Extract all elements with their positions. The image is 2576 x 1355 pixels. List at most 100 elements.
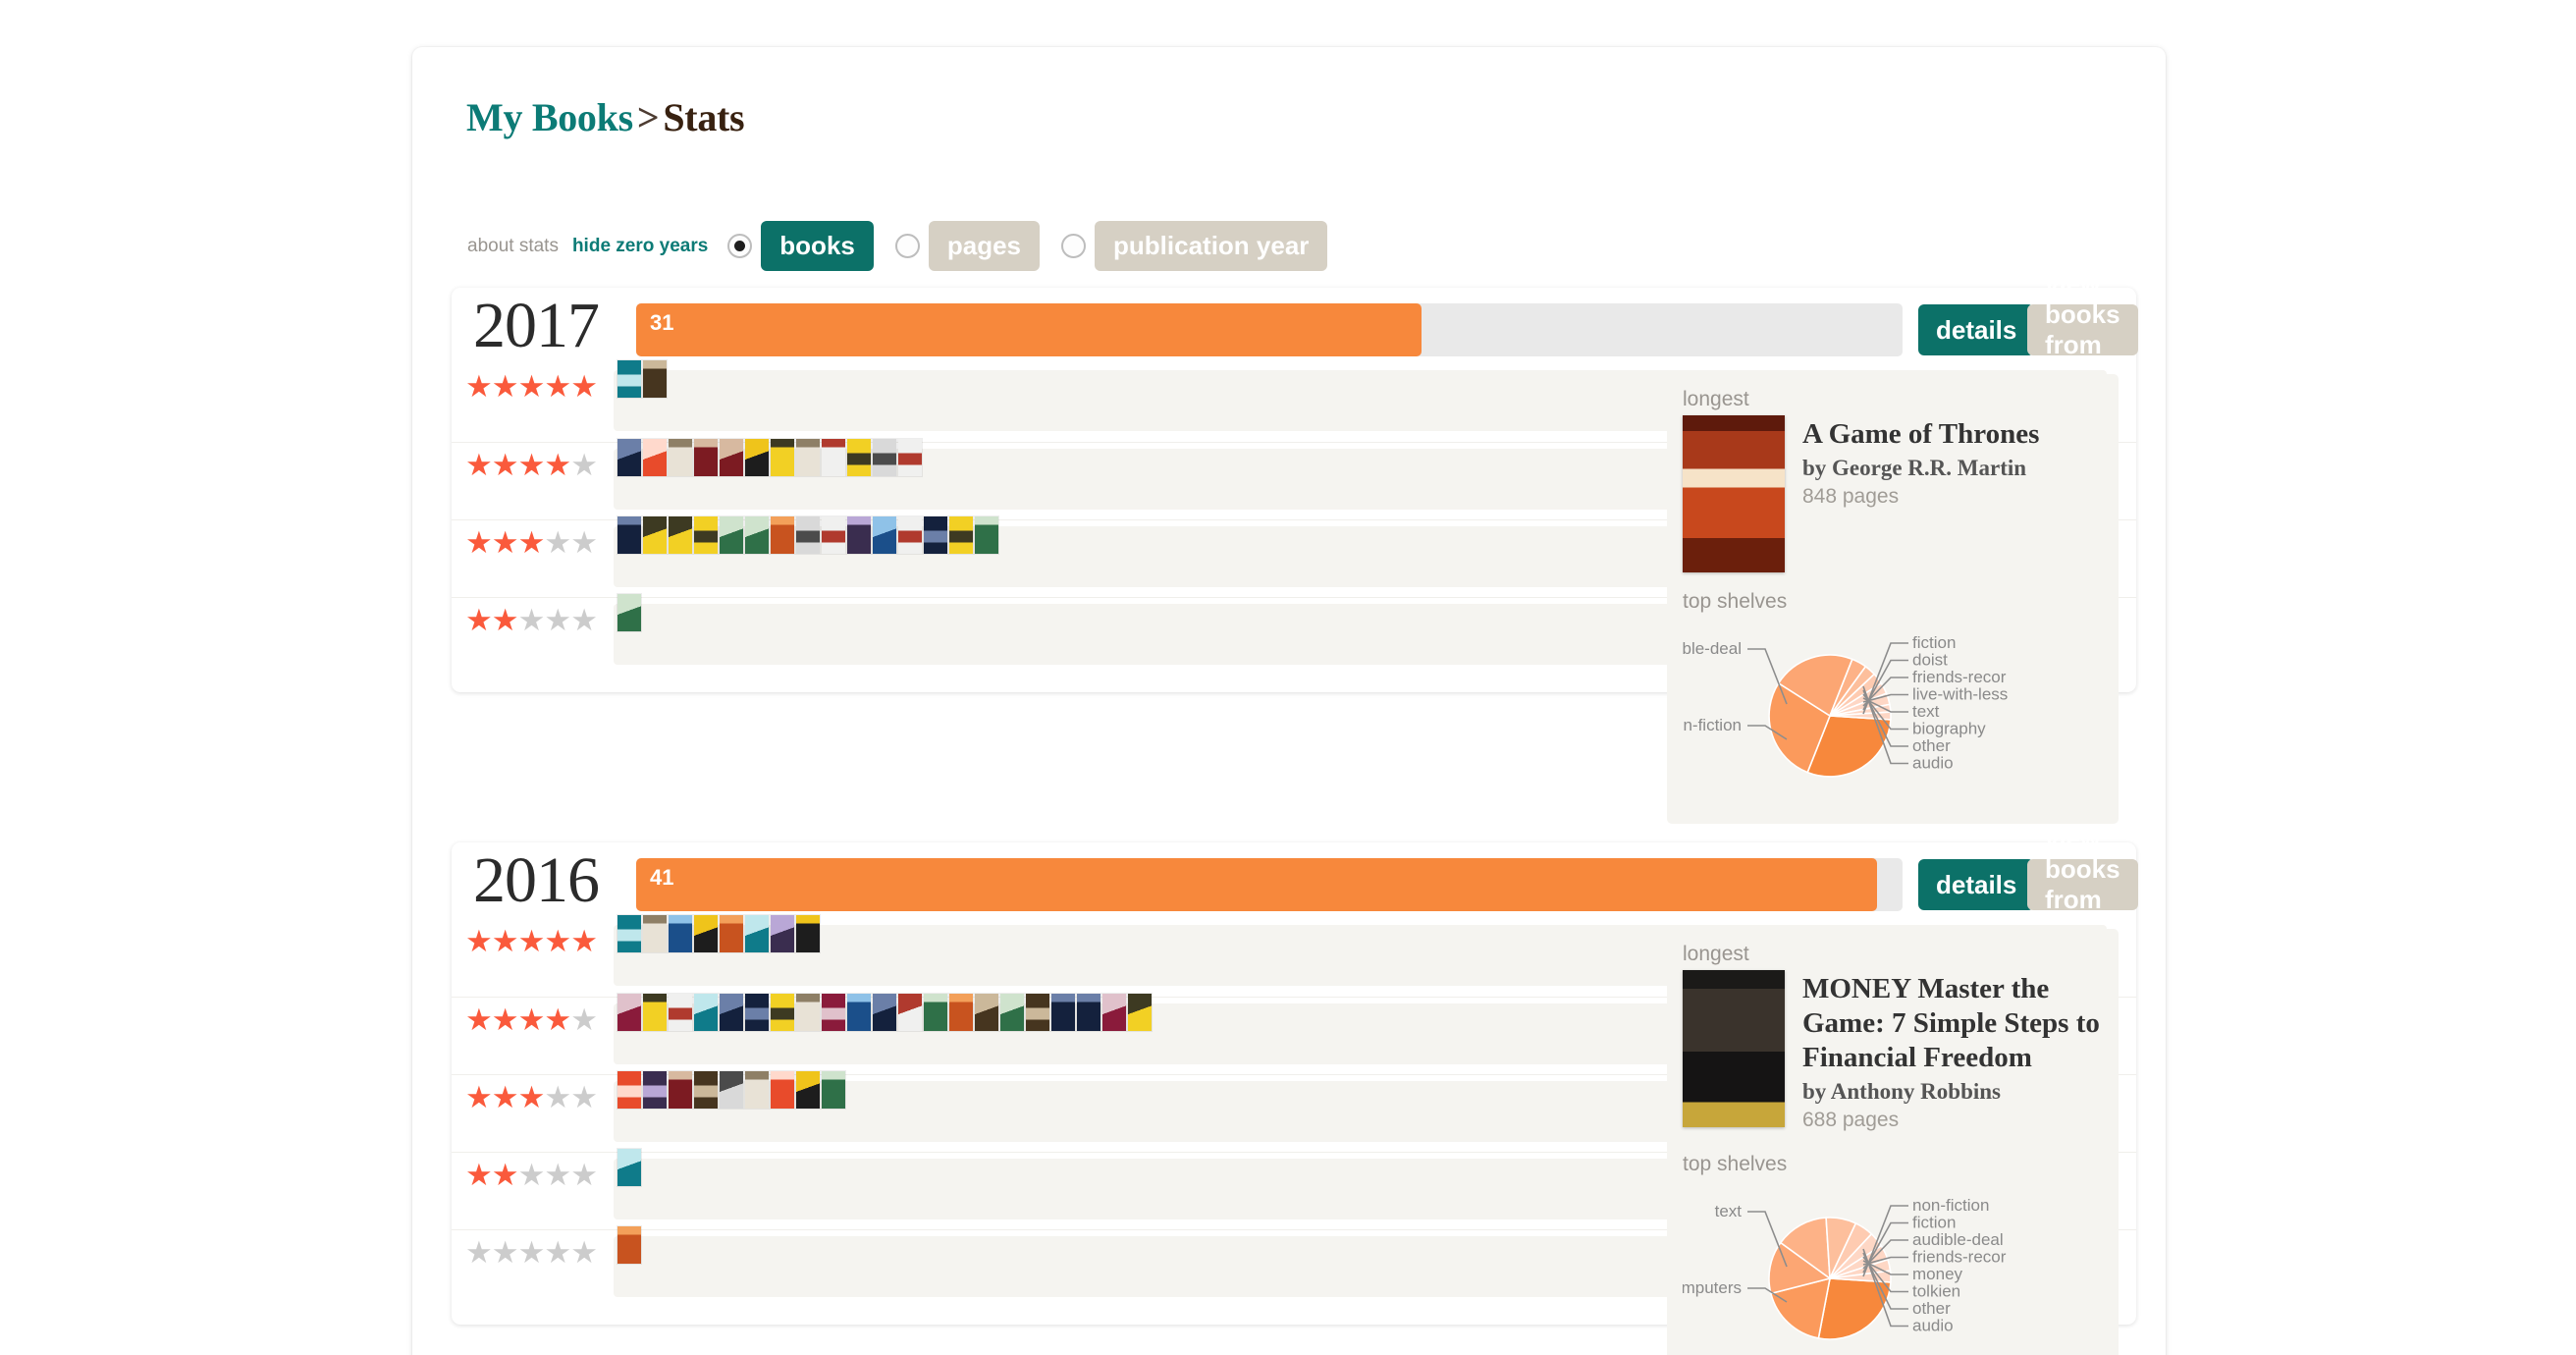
book-cover-thumb[interactable]: [669, 516, 692, 554]
star-rating[interactable]: ★★★★★: [465, 449, 613, 482]
book-cover-thumb[interactable]: [643, 439, 667, 476]
book-cover-thumb[interactable]: [924, 994, 947, 1031]
details-button[interactable]: details: [1918, 859, 2035, 910]
book-cover-thumb[interactable]: [771, 516, 794, 554]
book-cover-thumb[interactable]: [898, 516, 922, 554]
book-cover-thumb[interactable]: [796, 915, 820, 952]
book-cover-thumb[interactable]: [669, 439, 692, 476]
book-cover-thumb[interactable]: [720, 516, 743, 554]
book-cover-thumb[interactable]: [796, 994, 820, 1031]
book-cover-thumb[interactable]: [745, 1071, 769, 1109]
book-cover-thumb[interactable]: [822, 1071, 845, 1109]
radio-books[interactable]: [727, 234, 753, 258]
book-cover-thumb[interactable]: [771, 994, 794, 1031]
book-cover-thumb[interactable]: [771, 439, 794, 476]
book-cover-thumb[interactable]: [898, 994, 922, 1031]
longest-book-cover[interactable]: [1683, 970, 1785, 1127]
star-rating[interactable]: ★★★★★: [465, 604, 613, 637]
book-cover-thumb[interactable]: [617, 360, 641, 398]
book-cover-thumb[interactable]: [847, 516, 871, 554]
book-cover-thumb[interactable]: [643, 915, 667, 952]
book-cover-thumb[interactable]: [949, 994, 973, 1031]
book-cover-thumb[interactable]: [617, 516, 641, 554]
book-cover-thumb[interactable]: [617, 1071, 641, 1109]
book-cover-thumb[interactable]: [771, 1071, 794, 1109]
book-cover-thumb[interactable]: [745, 516, 769, 554]
book-cover-thumb[interactable]: [822, 994, 845, 1031]
book-cover-thumb[interactable]: [617, 994, 641, 1031]
book-cover-thumb[interactable]: [822, 516, 845, 554]
book-cover-thumb[interactable]: [617, 1226, 641, 1264]
book-cover-thumb[interactable]: [822, 439, 845, 476]
book-cover-thumb[interactable]: [745, 439, 769, 476]
book-cover-thumb[interactable]: [617, 439, 641, 476]
breadcrumb-my-books-link[interactable]: My Books: [466, 95, 633, 139]
book-cover-thumb[interactable]: [975, 516, 998, 554]
book-cover-thumb[interactable]: [1051, 994, 1075, 1031]
book-cover-thumb[interactable]: [617, 1149, 641, 1186]
star-rating[interactable]: ★★★★★: [465, 1081, 613, 1114]
details-button[interactable]: details: [1918, 304, 2035, 355]
book-cover-thumb[interactable]: [694, 994, 718, 1031]
book-cover-thumb[interactable]: [694, 915, 718, 952]
radio-publication-year[interactable]: [1061, 234, 1087, 258]
book-cover-thumb[interactable]: [669, 915, 692, 952]
book-cover-thumb[interactable]: [643, 360, 667, 398]
book-cover-thumb[interactable]: [847, 439, 871, 476]
star-rating[interactable]: ★★★★★: [465, 370, 613, 404]
book-cover-thumb[interactable]: [694, 439, 718, 476]
longest-book-author[interactable]: by George R.R. Martin: [1802, 455, 2039, 482]
book-cover-thumb[interactable]: [873, 439, 896, 476]
longest-book-author[interactable]: by Anthony Robbins: [1802, 1078, 2103, 1106]
radio-pages[interactable]: [894, 234, 920, 258]
book-cover-thumb[interactable]: [771, 915, 794, 952]
hide-zero-years-link[interactable]: hide zero years: [572, 236, 708, 257]
book-cover-thumb[interactable]: [720, 994, 743, 1031]
star-rating[interactable]: ★★★★★: [465, 925, 613, 958]
book-cover-thumb[interactable]: [1128, 994, 1152, 1031]
view-books-button[interactable]: view books from 2016: [2027, 824, 2138, 945]
book-cover-thumb[interactable]: [720, 439, 743, 476]
metric-option-books[interactable]: books: [761, 221, 874, 271]
book-cover-thumb[interactable]: [975, 994, 998, 1031]
book-cover-thumb[interactable]: [949, 516, 973, 554]
star-rating[interactable]: ★★★★★: [465, 1159, 613, 1192]
book-cover-thumb[interactable]: [720, 915, 743, 952]
book-cover-thumb[interactable]: [898, 439, 922, 476]
view-books-button[interactable]: view books from 2017: [2027, 269, 2138, 390]
star-rating[interactable]: ★★★★★: [465, 1003, 613, 1037]
book-cover-thumb[interactable]: [924, 516, 947, 554]
book-cover-thumb[interactable]: [617, 915, 641, 952]
book-cover-thumb[interactable]: [694, 1071, 718, 1109]
book-cover-thumb[interactable]: [617, 594, 641, 631]
book-cover-thumb[interactable]: [1077, 994, 1100, 1031]
book-cover-thumb[interactable]: [873, 994, 896, 1031]
longest-book-title[interactable]: A Game of Thrones: [1802, 417, 2039, 452]
book-cover-thumb[interactable]: [1102, 994, 1126, 1031]
book-cover-thumb[interactable]: [796, 439, 820, 476]
book-cover-thumb[interactable]: [720, 1071, 743, 1109]
longest-book[interactable]: A Game of Thrones by George R.R. Martin …: [1683, 415, 2103, 572]
book-cover-thumb[interactable]: [643, 516, 667, 554]
book-cover-thumb[interactable]: [694, 516, 718, 554]
longest-book[interactable]: MONEY Master the Game: 7 Simple Steps to…: [1683, 970, 2103, 1135]
book-cover-thumb[interactable]: [643, 994, 667, 1031]
star-rating[interactable]: ★★★★★: [465, 526, 613, 560]
book-cover-thumb[interactable]: [745, 994, 769, 1031]
book-cover-thumb[interactable]: [669, 1071, 692, 1109]
book-cover-thumb[interactable]: [1026, 994, 1049, 1031]
metric-option-publication-year[interactable]: publication year: [1095, 221, 1328, 271]
book-cover-thumb[interactable]: [847, 994, 871, 1031]
book-cover-thumb[interactable]: [669, 994, 692, 1031]
longest-book-title[interactable]: MONEY Master the Game: 7 Simple Steps to…: [1802, 972, 2103, 1075]
star-rating[interactable]: ★★★★★: [465, 1236, 613, 1270]
book-cover-thumb[interactable]: [796, 516, 820, 554]
about-stats-link[interactable]: about stats: [467, 236, 559, 257]
book-cover-thumb[interactable]: [1000, 994, 1024, 1031]
book-cover-thumb[interactable]: [873, 516, 896, 554]
book-cover-thumb[interactable]: [796, 1071, 820, 1109]
longest-book-cover[interactable]: [1683, 415, 1785, 572]
book-cover-thumb[interactable]: [643, 1071, 667, 1109]
book-cover-thumb[interactable]: [745, 915, 769, 952]
metric-option-pages[interactable]: pages: [928, 221, 1041, 271]
